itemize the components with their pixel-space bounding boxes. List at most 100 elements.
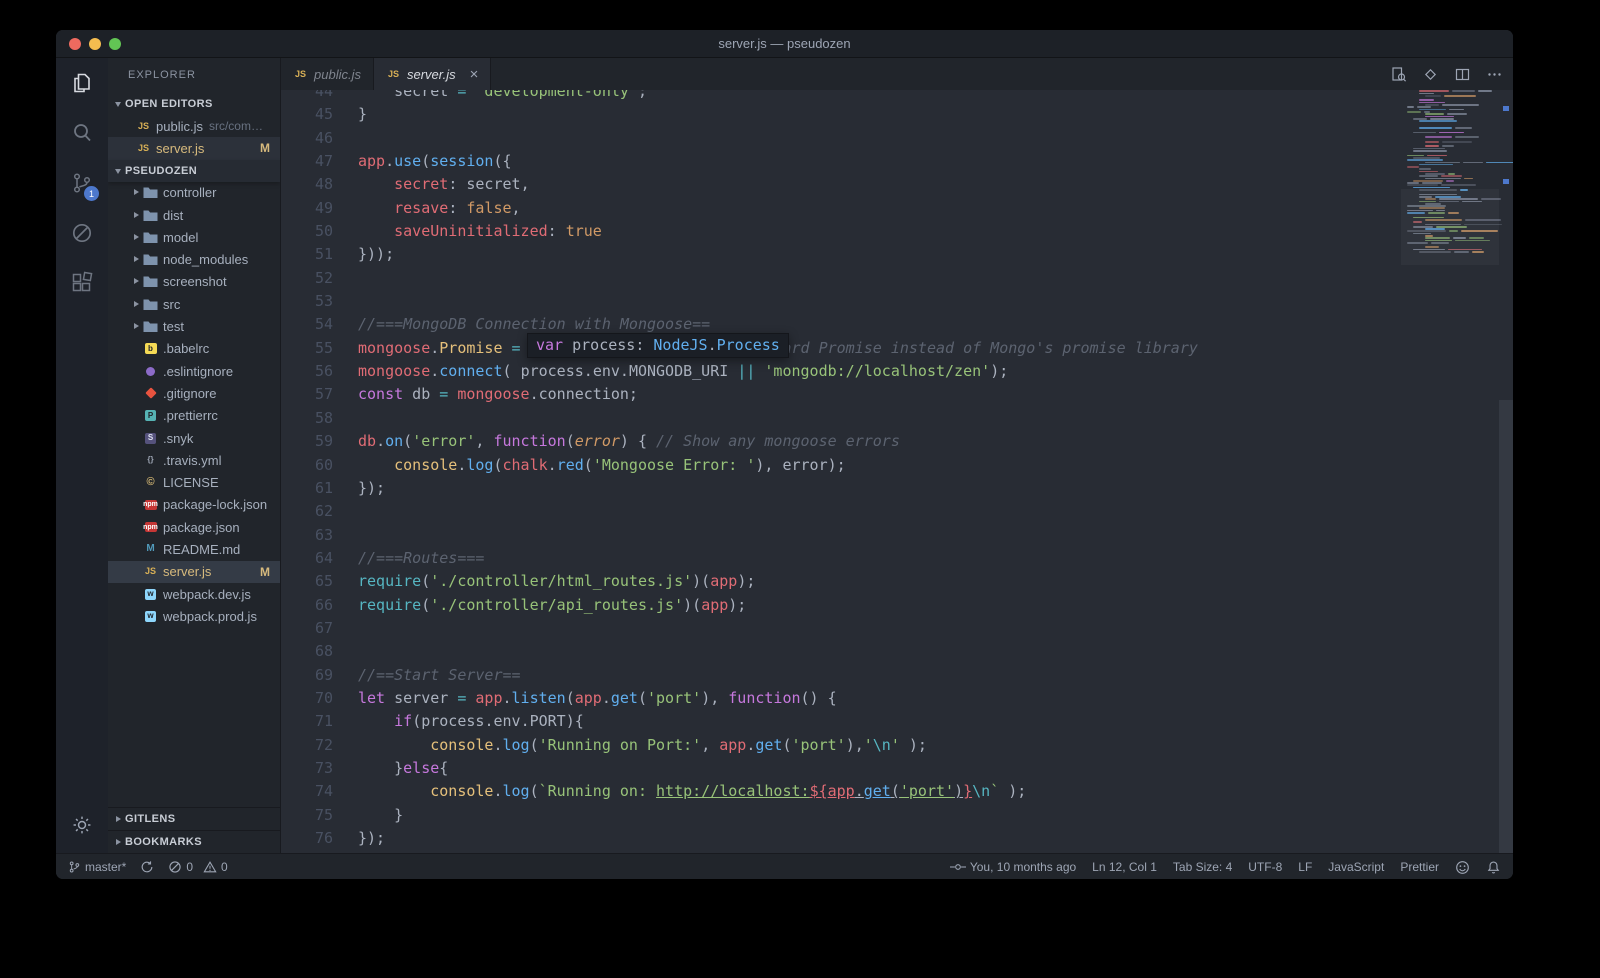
code-text[interactable]: });: [333, 827, 385, 850]
open-editor-item[interactable]: JSserver.jsM: [108, 137, 280, 159]
folder-item[interactable]: node_modules: [108, 248, 280, 270]
line-number[interactable]: 53: [281, 290, 333, 313]
code-line[interactable]: 76});: [281, 827, 1401, 850]
folder-item[interactable]: test: [108, 315, 280, 337]
code-line[interactable]: 66require('./controller/api_routes.js')(…: [281, 594, 1401, 617]
file-item[interactable]: npmpackage.json: [108, 516, 280, 538]
code-line[interactable]: 72 console.log('Running on Port:', app.g…: [281, 734, 1401, 757]
code-text[interactable]: [333, 640, 367, 663]
folder-item[interactable]: src: [108, 293, 280, 315]
line-number[interactable]: 64: [281, 547, 333, 570]
code-line[interactable]: 59db.on('error', function(error) { // Sh…: [281, 430, 1401, 453]
code-text[interactable]: require('./controller/html_routes.js')(a…: [333, 570, 755, 593]
formatter-status[interactable]: Prettier: [1400, 860, 1439, 874]
file-item[interactable]: P.prettierrc: [108, 405, 280, 427]
line-number[interactable]: 49: [281, 197, 333, 220]
code-line[interactable]: 74 console.log(`Running on: http://local…: [281, 780, 1401, 803]
notifications-bell-icon[interactable]: [1486, 860, 1501, 875]
line-number[interactable]: 75: [281, 804, 333, 827]
code-line[interactable]: 60 console.log(chalk.red('Mongoose Error…: [281, 454, 1401, 477]
folder-item[interactable]: model: [108, 226, 280, 248]
indentation-status[interactable]: Tab Size: 4: [1173, 860, 1232, 874]
git-branch-status[interactable]: master*: [68, 860, 126, 874]
code-text[interactable]: }: [333, 804, 403, 827]
code-line[interactable]: 49 resave: false,: [281, 197, 1401, 220]
code-line[interactable]: 70let server = app.listen(app.get('port'…: [281, 687, 1401, 710]
minimap-slider[interactable]: [1401, 189, 1499, 265]
line-number[interactable]: 59: [281, 430, 333, 453]
line-number[interactable]: 52: [281, 267, 333, 290]
code-line[interactable]: 67: [281, 617, 1401, 640]
code-text[interactable]: [333, 617, 367, 640]
close-icon[interactable]: ×: [470, 67, 479, 82]
code-text[interactable]: [333, 267, 367, 290]
encoding-status[interactable]: UTF-8: [1248, 860, 1282, 874]
code-text[interactable]: [333, 524, 367, 547]
split-editor-icon[interactable]: [1454, 66, 1471, 83]
folder-item[interactable]: screenshot: [108, 271, 280, 293]
code-line[interactable]: 58: [281, 407, 1401, 430]
section-open-editors[interactable]: OPEN EDITORS: [108, 93, 280, 115]
code-text[interactable]: if(process.env.PORT){: [333, 710, 584, 733]
activity-search[interactable]: [56, 108, 108, 158]
line-number[interactable]: 48: [281, 173, 333, 196]
line-number[interactable]: 56: [281, 360, 333, 383]
activity-explorer[interactable]: [56, 58, 108, 108]
title-bar[interactable]: server.js — pseudozen: [56, 30, 1513, 58]
code-line[interactable]: 73 }else{: [281, 757, 1401, 780]
file-item[interactable]: S.snyk: [108, 427, 280, 449]
code-text[interactable]: console.log(`Running on: http://localhos…: [333, 780, 1026, 803]
file-item[interactable]: npmpackage-lock.json: [108, 494, 280, 516]
sync-status[interactable]: [140, 860, 154, 874]
code-text[interactable]: app.use(session({: [333, 150, 512, 173]
activity-debug[interactable]: [56, 208, 108, 258]
code-text[interactable]: resave: false,: [333, 197, 521, 220]
activity-extensions[interactable]: [56, 258, 108, 308]
line-number[interactable]: 69: [281, 664, 333, 687]
code-text[interactable]: console.log(chalk.red('Mongoose Error: '…: [333, 454, 846, 477]
code-line[interactable]: 45}: [281, 103, 1401, 126]
code-line[interactable]: 64//===Routes===: [281, 547, 1401, 570]
code-text[interactable]: saveUninitialized: true: [333, 220, 602, 243]
code-text[interactable]: [333, 500, 367, 523]
folder-item[interactable]: controller: [108, 182, 280, 204]
activity-source-control[interactable]: 1: [56, 158, 108, 208]
editor-pane[interactable]: 44 secret = 'development-only';45}46 47a…: [281, 90, 1513, 853]
tab-server-js[interactable]: JSserver.js×: [374, 58, 491, 90]
file-item[interactable]: JSserver.jsM: [108, 561, 280, 583]
more-actions-icon[interactable]: [1486, 66, 1503, 83]
line-number[interactable]: 45: [281, 103, 333, 126]
line-number[interactable]: 58: [281, 407, 333, 430]
line-number[interactable]: 44: [281, 90, 333, 103]
code-text[interactable]: secret = 'development-only';: [333, 90, 647, 103]
line-number[interactable]: 63: [281, 524, 333, 547]
code-line[interactable]: 47app.use(session({: [281, 150, 1401, 173]
code-line[interactable]: 55mongoose.Promise = global.Promise; // …: [281, 337, 1401, 360]
line-number[interactable]: 60: [281, 454, 333, 477]
file-item[interactable]: {}.travis.yml: [108, 449, 280, 471]
code-line[interactable]: 69//==Start Server==: [281, 664, 1401, 687]
file-item[interactable]: b.babelrc: [108, 338, 280, 360]
line-number[interactable]: 76: [281, 827, 333, 850]
file-item[interactable]: MREADME.md: [108, 538, 280, 560]
feedback-smiley-icon[interactable]: [1455, 860, 1470, 875]
file-item[interactable]: ©LICENSE: [108, 471, 280, 493]
code-line[interactable]: 53: [281, 290, 1401, 313]
section-project[interactable]: PSEUDOZEN: [108, 160, 280, 182]
line-number[interactable]: 66: [281, 594, 333, 617]
line-number[interactable]: 50: [281, 220, 333, 243]
line-number[interactable]: 73: [281, 757, 333, 780]
editor-scrollbar[interactable]: [1499, 400, 1513, 853]
code-line[interactable]: 68: [281, 640, 1401, 663]
code-line[interactable]: 44 secret = 'development-only';: [281, 90, 1401, 103]
code-line[interactable]: 61});: [281, 477, 1401, 500]
code-line[interactable]: 51}));: [281, 243, 1401, 266]
section-bookmarks[interactable]: BOOKMARKS: [108, 830, 280, 853]
line-number[interactable]: 46: [281, 127, 333, 150]
code-line[interactable]: 75 }: [281, 804, 1401, 827]
code-line[interactable]: 62: [281, 500, 1401, 523]
minimap[interactable]: [1401, 90, 1499, 853]
code-text[interactable]: [333, 290, 367, 313]
code-text[interactable]: console.log('Running on Port:', app.get(…: [333, 734, 927, 757]
code-line[interactable]: 57const db = mongoose.connection;: [281, 383, 1401, 406]
